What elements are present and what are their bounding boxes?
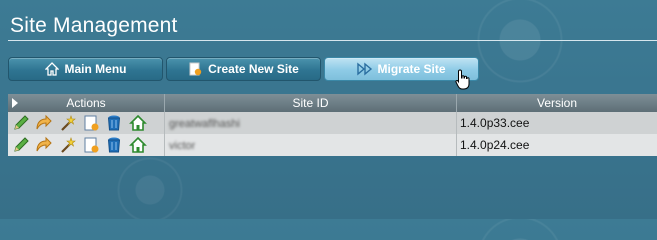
create-new-site-button[interactable]: Create New Site xyxy=(166,57,321,81)
home-icon[interactable] xyxy=(128,136,147,154)
migrate-site-label: Migrate Site xyxy=(377,62,446,76)
site-id-value: victor xyxy=(169,140,196,152)
clone-arrow-icon[interactable] xyxy=(35,114,53,132)
column-header-site-id[interactable]: Site ID xyxy=(164,94,457,112)
row-actions xyxy=(8,134,165,156)
column-header-label: Actions xyxy=(66,96,106,110)
page-header: Site Management xyxy=(8,10,657,41)
version-value: 1.4.0p33.cee xyxy=(460,116,530,130)
document-icon[interactable] xyxy=(82,136,100,154)
version-cell: 1.4.0p33.cee xyxy=(456,112,657,134)
version-cell: 1.4.0p24.cee xyxy=(456,134,657,156)
create-new-site-label: Create New Site xyxy=(208,62,299,76)
trash-icon[interactable] xyxy=(105,114,123,132)
home-icon xyxy=(43,62,60,76)
expand-triangle-icon[interactable] xyxy=(12,98,18,108)
column-header-label: Version xyxy=(536,96,578,110)
column-header-version[interactable]: Version xyxy=(456,94,657,112)
table-row: greatwaflhashi 1.4.0p33.cee xyxy=(8,112,657,134)
site-id-value: greatwaflhashi xyxy=(169,118,240,130)
edit-pencil-icon[interactable] xyxy=(12,136,30,154)
table-row: victor 1.4.0p24.cee xyxy=(8,134,657,156)
page-title: Site Management xyxy=(10,14,178,37)
fast-forward-icon xyxy=(357,62,373,76)
document-icon[interactable] xyxy=(82,114,100,132)
clone-arrow-icon[interactable] xyxy=(35,136,53,154)
home-icon[interactable] xyxy=(128,114,147,132)
main-menu-label: Main Menu xyxy=(64,62,127,76)
edit-pencil-icon[interactable] xyxy=(12,114,30,132)
trash-icon[interactable] xyxy=(105,136,123,154)
table-header-row: Actions Site ID Version xyxy=(8,94,657,112)
sites-table: Actions Site ID Version greatwaflhashi 1… xyxy=(8,94,657,156)
row-actions xyxy=(8,112,165,134)
magic-wand-icon[interactable] xyxy=(59,136,77,154)
magic-wand-icon[interactable] xyxy=(59,114,77,132)
version-value: 1.4.0p24.cee xyxy=(460,138,530,152)
column-header-label: Site ID xyxy=(292,96,329,110)
column-header-actions[interactable]: Actions xyxy=(8,94,165,112)
hand-cursor-icon xyxy=(455,69,470,90)
main-menu-button[interactable]: Main Menu xyxy=(8,57,163,81)
site-id-cell: greatwaflhashi xyxy=(164,112,457,134)
site-id-cell: victor xyxy=(164,134,457,156)
new-site-icon xyxy=(188,62,202,76)
